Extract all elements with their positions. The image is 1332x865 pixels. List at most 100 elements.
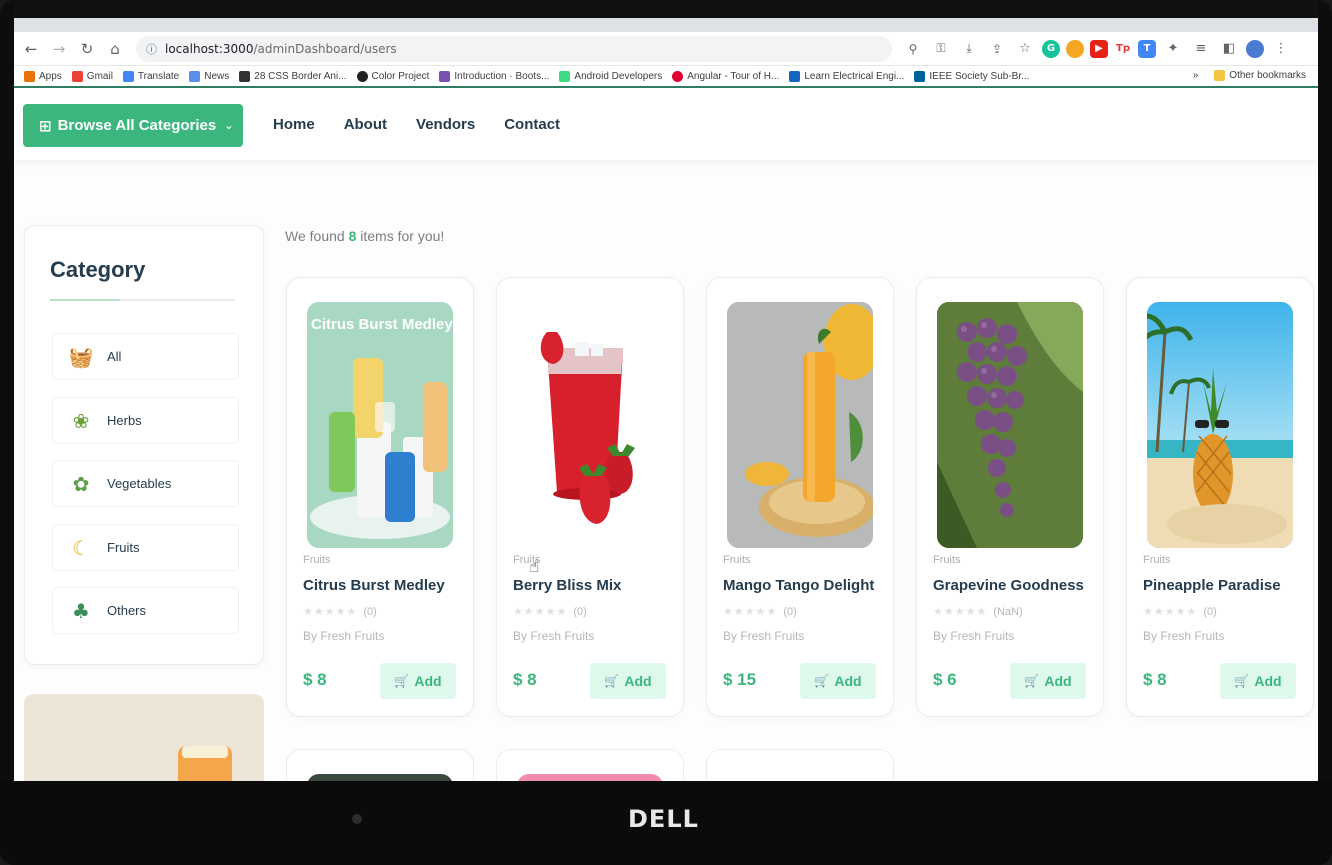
add-to-cart-button[interactable]: 🛒 Add (1010, 663, 1086, 699)
bookmark-css-border[interactable]: 28 CSS Border Ani... (239, 70, 347, 82)
profile-avatar[interactable] (1246, 39, 1264, 58)
product-image[interactable] (1147, 302, 1293, 548)
product-image[interactable] (517, 302, 663, 548)
product-vendor: By Fresh Fruits (1143, 629, 1225, 643)
product-card-partial[interactable] (286, 749, 474, 781)
grammarly-icon[interactable]: G (1042, 39, 1060, 58)
bookmark-electrical[interactable]: Learn Electrical Engi... (789, 70, 905, 82)
extension-orange-icon[interactable] (1066, 39, 1084, 58)
reload-icon[interactable]: ↻ (76, 38, 98, 60)
extension-tp-icon[interactable]: Tp (1114, 39, 1132, 58)
location-icon[interactable]: ⚲ (902, 38, 924, 60)
reading-list-icon[interactable]: ≡ (1190, 38, 1212, 60)
site-info-icon[interactable]: ⓘ (146, 41, 157, 57)
other-bookmarks-button[interactable]: Other bookmarks (1229, 70, 1306, 81)
bookmark-apps[interactable]: Apps (24, 70, 62, 82)
share-icon[interactable]: ⇪ (986, 38, 1008, 60)
category-item-vegetables[interactable]: ✿ Vegetables (52, 460, 239, 507)
product-card[interactable]: Fruits Pineapple Paradise ★★★★★ (0) By Fr… (1126, 277, 1314, 717)
add-to-cart-button[interactable]: 🛒 Add (1220, 663, 1296, 699)
category-item-herbs[interactable]: ❀ Herbs (52, 397, 239, 444)
bookmark-label: News (204, 70, 230, 82)
github-icon (356, 70, 368, 82)
category-label: Fruits (107, 540, 140, 555)
product-title[interactable]: Grapevine Goodness (933, 577, 1084, 594)
monitor-bezel (14, 0, 1318, 18)
home-icon[interactable]: ⌂ (104, 38, 126, 60)
youtube-icon[interactable]: ▶ (1090, 39, 1108, 58)
nav-vendors[interactable]: Vendors (416, 116, 475, 133)
product-image-partial (307, 774, 453, 781)
results-suffix: items for you! (360, 228, 445, 244)
product-title[interactable]: Pineapple Paradise (1143, 577, 1281, 594)
bookmark-label: 28 CSS Border Ani... (254, 70, 347, 82)
category-item-fruits[interactable]: ☾ Fruits (52, 524, 239, 571)
nav-home[interactable]: Home (273, 116, 315, 133)
bookmark-gmail[interactable]: Gmail (71, 70, 113, 82)
gmail-icon (71, 70, 83, 82)
category-item-others[interactable]: ♣ Others (52, 587, 239, 634)
product-rating: ★★★★★ (0) (723, 605, 797, 618)
bookmarks-more-button[interactable]: » (1193, 70, 1199, 81)
product-card-partial[interactable] (496, 749, 684, 781)
browse-categories-button[interactable]: ⊞ Browse All Categories ⌄ (23, 104, 243, 147)
nav-about[interactable]: About (344, 116, 387, 133)
results-prefix: We found (285, 228, 345, 244)
product-vendor: By Fresh Fruits (303, 629, 385, 643)
bookmark-android[interactable]: Android Developers (559, 70, 662, 82)
add-to-cart-button[interactable]: 🛒 Add (800, 663, 876, 699)
add-to-cart-button[interactable]: 🛒 Add (590, 663, 666, 699)
cart-icon: 🛒 (1024, 674, 1040, 688)
side-panel-icon[interactable]: ◧ (1218, 38, 1240, 60)
translate-ext-icon[interactable]: T (1138, 39, 1156, 58)
product-price: $ 6 (933, 670, 957, 689)
promo-bottle-cap (182, 746, 228, 758)
product-card[interactable]: Fruits Berry Bliss Mix ★★★★★ (0) By Fresh… (496, 277, 684, 717)
bookmark-label: Learn Electrical Engi... (804, 70, 905, 82)
product-card-partial[interactable] (706, 749, 894, 781)
promo-banner[interactable] (24, 694, 264, 781)
forward-icon[interactable]: → (48, 38, 70, 60)
key-icon[interactable]: ⚿ (930, 38, 952, 60)
nav-contact[interactable]: Contact (504, 116, 560, 133)
web-page: ⊞ Browse All Categories ⌄ Home About Ven… (14, 90, 1318, 781)
product-title[interactable]: Berry Bliss Mix (513, 577, 621, 594)
bookmark-bootstrap[interactable]: Introduction · Boots... (439, 70, 549, 82)
product-image[interactable]: Citrus Burst Medley (307, 302, 453, 548)
address-bar[interactable]: ⓘ localhost:3000/adminDashboard/users (136, 35, 892, 62)
product-image[interactable] (937, 302, 1083, 548)
category-item-all[interactable]: 🧺 All (52, 333, 239, 380)
bookmark-label: Color Project (371, 70, 430, 82)
results-summary: We found 8 items for you! (285, 228, 444, 244)
news-icon (189, 70, 201, 82)
image-caption: Citrus Burst Medley (311, 316, 453, 333)
category-label: Herbs (107, 413, 142, 428)
citrus-drinks-image (307, 302, 453, 548)
product-card[interactable]: Citrus Burst Medley Fruits Citrus Burst … (286, 277, 474, 717)
install-icon[interactable]: ⤓ (958, 38, 980, 60)
product-rating: ★★★★★ (0) (303, 605, 377, 618)
product-image[interactable] (727, 302, 873, 548)
product-title[interactable]: Mango Tango Delight (723, 577, 874, 594)
add-to-cart-button[interactable]: 🛒 Add (380, 663, 456, 699)
menu-kebab-icon[interactable]: ⋮ (1270, 38, 1292, 60)
cart-icon: 🛒 (814, 674, 830, 688)
main-nav: Home About Vendors Contact (273, 116, 560, 133)
bookmarks-bar: Apps Gmail Translate News 28 CSS Border … (14, 66, 1318, 88)
product-title[interactable]: Citrus Burst Medley (303, 577, 445, 594)
bookmark-ieee[interactable]: IEEE Society Sub-Br... (914, 70, 1029, 82)
bookmark-angular[interactable]: Angular - Tour of H... (672, 70, 779, 82)
product-card[interactable]: Fruits Grapevine Goodness ★★★★★ (NaN) By … (916, 277, 1104, 717)
url-path: /adminDashboard/users (253, 41, 397, 56)
add-label: Add (624, 673, 652, 689)
bookmark-translate[interactable]: Translate (122, 70, 179, 82)
product-card[interactable]: Fruits Mango Tango Delight ★★★★★ (0) By F… (706, 277, 894, 717)
bookmark-news[interactable]: News (189, 70, 230, 82)
extensions-puzzle-icon[interactable]: ✦ (1162, 38, 1184, 60)
back-icon[interactable]: ← (20, 38, 42, 60)
product-price: $ 15 (723, 670, 757, 689)
add-label: Add (414, 673, 442, 689)
star-icon[interactable]: ☆ (1014, 38, 1036, 60)
bookmark-color-project[interactable]: Color Project (356, 70, 430, 82)
category-label: All (107, 349, 122, 364)
